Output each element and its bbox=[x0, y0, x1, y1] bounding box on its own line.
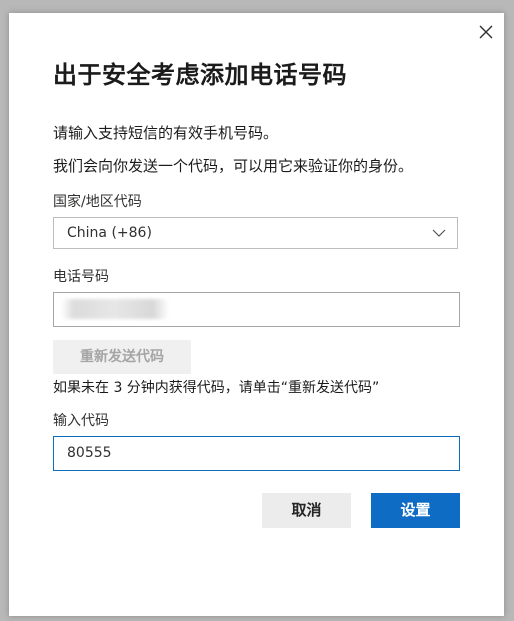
country-code-select[interactable]: China (+86) bbox=[53, 217, 458, 249]
close-button[interactable] bbox=[476, 22, 496, 42]
country-code-label: 国家/地区代码 bbox=[53, 194, 142, 210]
country-code-value: China (+86) bbox=[67, 225, 152, 241]
verification-code-input[interactable]: 80555 bbox=[53, 436, 460, 471]
redacted-phone-number bbox=[61, 299, 169, 319]
close-icon bbox=[479, 25, 493, 39]
resend-hint: 如果未在 3 分钟内获得代码，请单击“重新发送代码” bbox=[53, 380, 380, 396]
description-line-1: 请输入支持短信的有效手机号码。 bbox=[53, 124, 279, 142]
resend-code-button[interactable]: 重新发送代码 bbox=[53, 340, 191, 374]
verification-code-value: 80555 bbox=[67, 445, 112, 461]
description-line-2: 我们会向你发送一个代码，可以用它来验证你的身份。 bbox=[53, 157, 414, 175]
phone-number-label: 电话号码 bbox=[53, 269, 109, 285]
add-phone-dialog: 出于安全考虑添加电话号码 请输入支持短信的有效手机号码。 我们会向你发送一个代码… bbox=[9, 13, 504, 616]
set-button[interactable]: 设置 bbox=[371, 493, 460, 528]
dialog-title: 出于安全考虑添加电话号码 bbox=[53, 61, 347, 89]
phone-number-input[interactable] bbox=[53, 292, 460, 327]
chevron-down-icon bbox=[432, 229, 446, 237]
enter-code-label: 输入代码 bbox=[53, 413, 109, 429]
cancel-button[interactable]: 取消 bbox=[262, 493, 351, 528]
